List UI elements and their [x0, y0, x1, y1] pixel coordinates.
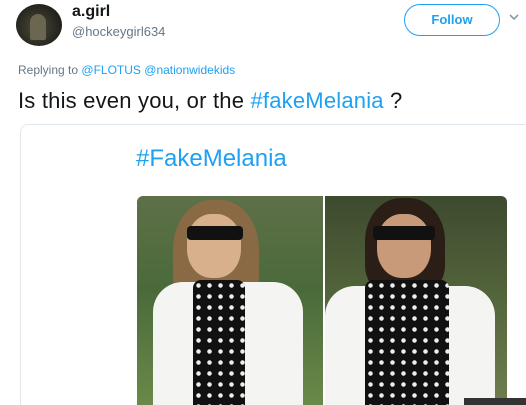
tweet-text-after: ?	[383, 88, 403, 113]
hashtag-link[interactable]: #fakeMelania	[250, 88, 383, 113]
author-handle[interactable]: @hockeygirl634	[72, 24, 165, 39]
follow-button[interactable]: Follow	[404, 4, 500, 36]
chevron-down-icon[interactable]	[509, 12, 519, 22]
photo-right-glasses	[373, 226, 435, 240]
avatar-figure	[30, 14, 46, 40]
chevron-down-svg	[509, 14, 519, 21]
tweet-text: Is this even you, or the #fakeMelania ?	[18, 88, 402, 114]
tweet-text-before: Is this even you, or the	[18, 88, 251, 113]
mention-link-nationwidekids[interactable]: @nationwidekids	[144, 63, 235, 77]
avatar[interactable]	[16, 4, 62, 46]
reply-prefix: Replying to	[18, 63, 79, 77]
photo-right-blouse	[365, 280, 449, 405]
mention-link-flotus[interactable]: @FLOTUS	[81, 63, 141, 77]
media-card[interactable]: #FakeMelania	[20, 124, 526, 405]
card-title: #FakeMelania	[136, 145, 287, 172]
photo-right-face	[377, 214, 431, 278]
photo-right	[325, 196, 507, 405]
replying-to: Replying to @FLOTUS @nationwidekids	[18, 63, 235, 77]
card-footer-shadow	[464, 398, 526, 405]
photo-left	[137, 196, 323, 405]
photo-left-blouse	[193, 280, 245, 405]
author-name[interactable]: a.girl	[72, 3, 110, 21]
photo-left-glasses	[187, 226, 243, 240]
photo-left-face	[187, 214, 241, 278]
